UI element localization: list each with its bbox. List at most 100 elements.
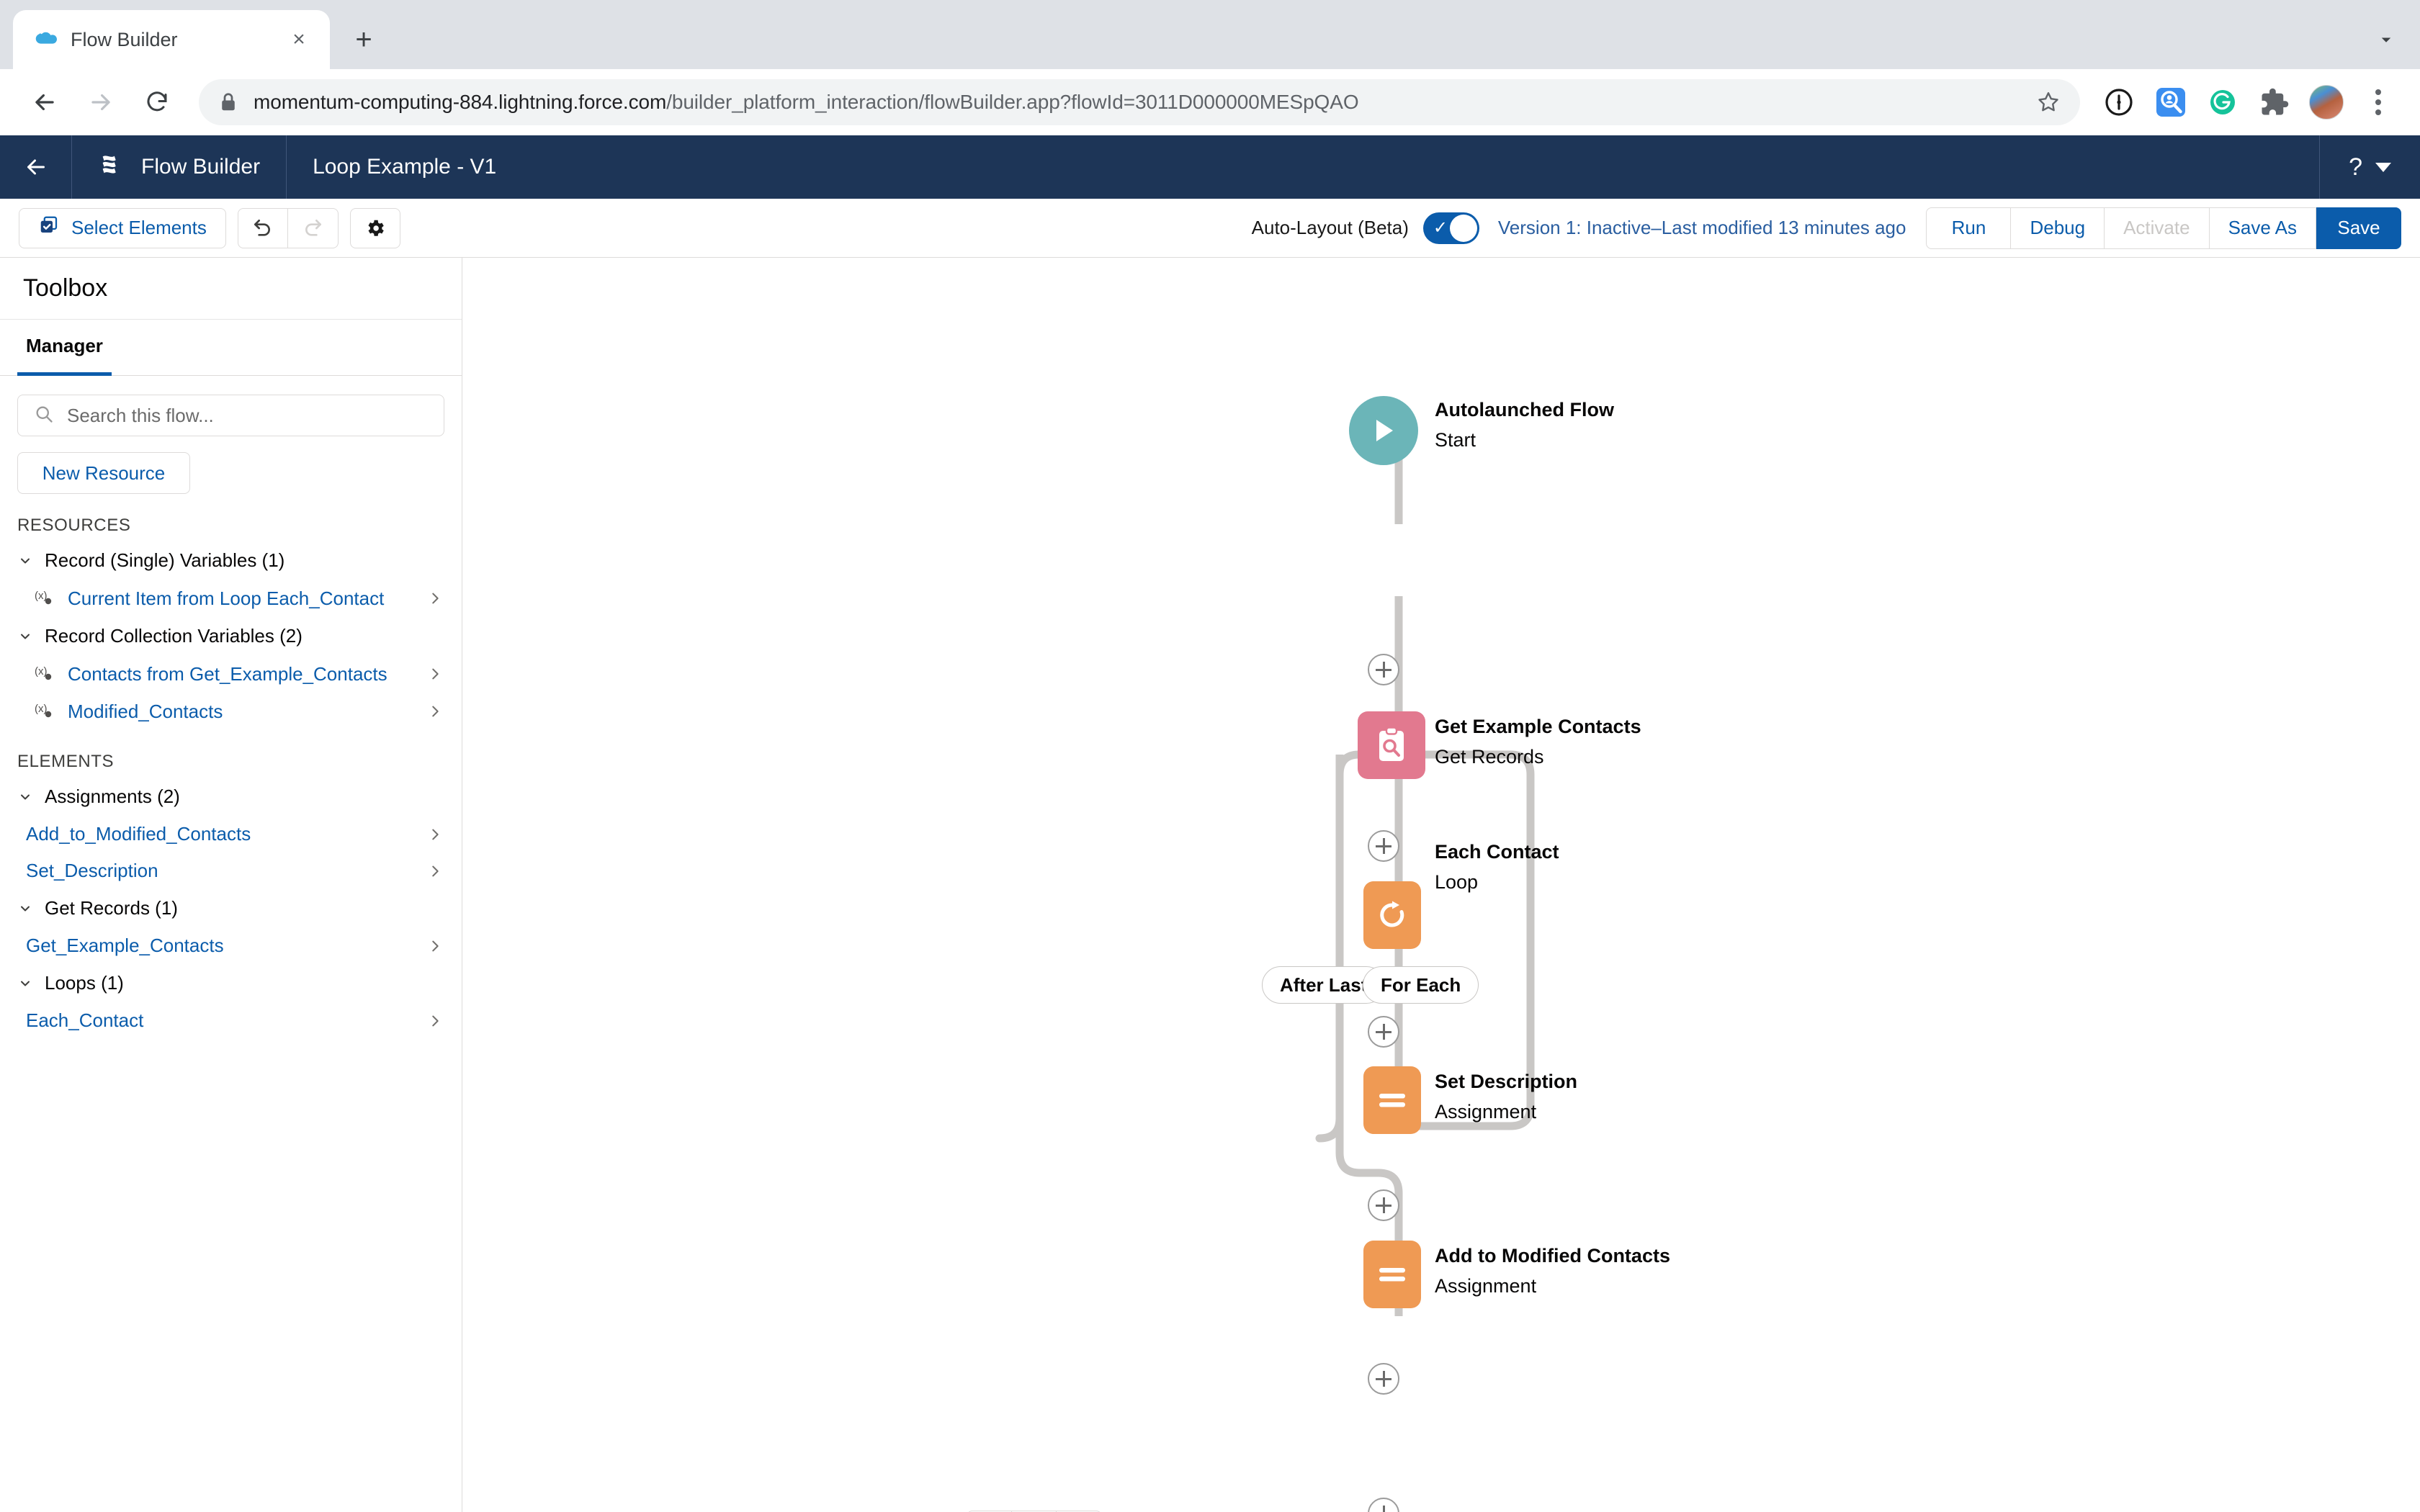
- add-element-button[interactable]: [1368, 1363, 1399, 1395]
- gear-icon[interactable]: [349, 207, 400, 248]
- chevron-right-icon[interactable]: [426, 863, 444, 879]
- debug-button[interactable]: Debug: [2011, 207, 2105, 249]
- browser-extensions: [2096, 79, 2401, 125]
- element-item-label: Each_Contact: [26, 1009, 144, 1031]
- element-item-set-description[interactable]: Set_Description: [0, 852, 462, 889]
- variable-icon: (x): [32, 662, 58, 685]
- lock-icon: [219, 91, 238, 113]
- app-back-button[interactable]: [0, 135, 72, 199]
- chevron-right-icon[interactable]: [426, 703, 444, 719]
- flow-node-setdesc-label: Set Description: [1435, 1071, 1578, 1092]
- chevron-right-icon[interactable]: [426, 827, 444, 842]
- chevron-down-icon: [2375, 162, 2391, 172]
- flow-node-loop-label: Each Contact: [1435, 841, 1559, 863]
- resource-item-modified-contacts[interactable]: (x) Modified_Contacts: [0, 693, 462, 730]
- puzzle-extensions-icon[interactable]: [2251, 79, 2298, 125]
- elements-section-label: ELEMENTS: [17, 752, 115, 771]
- chevron-right-icon[interactable]: [426, 1013, 444, 1029]
- play-icon: [1349, 396, 1418, 465]
- flow-node-loop-sublabel: Loop: [1435, 871, 1479, 893]
- get-records-icon: [1358, 711, 1425, 779]
- reload-icon[interactable]: [131, 76, 183, 128]
- element-item-get-example-contacts[interactable]: Get_Example_Contacts: [0, 927, 462, 964]
- chevron-down-icon: [17, 553, 33, 569]
- save-button[interactable]: Save: [2316, 207, 2401, 249]
- select-elements-icon: [38, 215, 60, 241]
- browser-tab[interactable]: Flow Builder ×: [13, 10, 330, 69]
- chevron-right-icon[interactable]: [426, 590, 444, 606]
- variable-icon: (x): [32, 587, 58, 610]
- help-question-icon: ?: [2349, 153, 2362, 181]
- resource-item-label: Modified_Contacts: [68, 700, 223, 722]
- new-resource-button[interactable]: New Resource: [17, 452, 190, 494]
- flow-node-addmod-label: Add to Modified Contacts: [1435, 1245, 1670, 1266]
- add-element-button[interactable]: [1368, 1016, 1399, 1048]
- select-elements-label: Select Elements: [71, 217, 207, 238]
- undo-icon[interactable]: [237, 207, 288, 248]
- element-group-get-records[interactable]: Get Records (1): [0, 889, 462, 927]
- element-item-each-contact[interactable]: Each_Contact: [0, 1002, 462, 1039]
- kebab-menu-icon[interactable]: [2355, 79, 2401, 125]
- svg-text:(x): (x): [35, 703, 48, 715]
- flow-toolbar: Select Elements Auto-Layout (Beta) ✓ Ver…: [0, 199, 2420, 258]
- flow-builder-logo-icon: [98, 150, 125, 184]
- search-input[interactable]: Search this flow...: [17, 395, 444, 436]
- flow-action-buttons: Run Debug Activate Save As Save: [1926, 207, 2401, 249]
- element-item-label: Set_Description: [26, 860, 158, 881]
- element-item-add-to-modified-contacts[interactable]: Add_to_Modified_Contacts: [0, 816, 462, 852]
- chevron-down-icon: [17, 901, 33, 917]
- browser-omnibar: momentum-computing-884.lightning.force.c…: [0, 69, 2420, 135]
- element-item-label: Add_to_Modified_Contacts: [26, 823, 251, 845]
- assignment-icon: [1363, 1066, 1421, 1134]
- resource-group-record-collection-variables[interactable]: Record Collection Variables (2): [0, 617, 462, 655]
- auto-layout-toggle[interactable]: ✓: [1422, 212, 1479, 244]
- add-element-button[interactable]: [1368, 1189, 1399, 1221]
- main-area: Toolbox Manager Search this flow... New …: [0, 258, 2420, 1512]
- flow-node-get-label: Get Example Contacts: [1435, 716, 1641, 737]
- help-menu[interactable]: ?: [2319, 135, 2420, 199]
- run-button[interactable]: Run: [1926, 207, 2012, 249]
- app-brand: Flow Builder: [72, 135, 287, 199]
- onepassword-icon[interactable]: [2096, 79, 2142, 125]
- tab-manager[interactable]: Manager: [17, 320, 112, 376]
- chevron-down-icon: [17, 629, 33, 644]
- chevron-right-icon[interactable]: [426, 666, 444, 682]
- salesforce-cloud-icon: [33, 27, 58, 52]
- grammarly-icon[interactable]: [2200, 79, 2246, 125]
- bookmark-star-icon[interactable]: [2030, 84, 2067, 121]
- search-people-icon[interactable]: [2148, 79, 2194, 125]
- select-elements-button[interactable]: Select Elements: [19, 207, 226, 248]
- chevron-down-icon[interactable]: [2370, 23, 2403, 56]
- resource-item-label: Current Item from Loop Each_Contact: [68, 587, 385, 609]
- resource-item-contacts-from-get-example-contacts[interactable]: (x) Contacts from Get_Example_Contacts: [0, 655, 462, 693]
- back-icon[interactable]: [19, 76, 71, 128]
- url-bar[interactable]: momentum-computing-884.lightning.force.c…: [199, 79, 2080, 125]
- browser-chrome: Flow Builder × + momentum-computing-884.…: [0, 0, 2420, 135]
- url-path: /builder_platform_interaction/flowBuilde…: [666, 91, 1359, 113]
- resource-group-record-single-variables[interactable]: Record (Single) Variables (1): [0, 541, 462, 580]
- flow-canvas[interactable]: Autolaunched Flow Start Get Example Cont…: [462, 258, 2420, 1512]
- chevron-down-icon: [17, 976, 33, 991]
- resource-group-label: Record Collection Variables (2): [45, 625, 302, 647]
- activate-button: Activate: [2105, 207, 2210, 249]
- add-element-button[interactable]: [1368, 654, 1399, 685]
- element-group-label: Get Records (1): [45, 897, 178, 919]
- chevron-right-icon[interactable]: [426, 938, 444, 954]
- chevron-down-icon: [17, 789, 33, 805]
- element-group-loops[interactable]: Loops (1): [0, 964, 462, 1002]
- element-group-assignments[interactable]: Assignments (2): [0, 778, 462, 816]
- element-group-label: Loops (1): [45, 972, 124, 994]
- add-element-button[interactable]: [1368, 830, 1399, 862]
- new-tab-button[interactable]: +: [341, 17, 386, 62]
- save-as-button[interactable]: Save As: [2209, 207, 2316, 249]
- app-brand-label: Flow Builder: [141, 155, 261, 179]
- resource-item-current-item-from-loop[interactable]: (x) Current Item from Loop Each_Contact: [0, 580, 462, 617]
- auto-layout-label: Auto-Layout (Beta): [1251, 217, 1409, 238]
- branch-label-for-each[interactable]: For Each: [1363, 966, 1479, 1004]
- app-header: Flow Builder Loop Example - V1 ?: [0, 135, 2420, 199]
- check-icon: ✓: [1433, 217, 1448, 238]
- url-text: momentum-computing-884.lightning.force.c…: [254, 91, 1359, 114]
- redo-icon: [287, 207, 339, 248]
- profile-avatar[interactable]: [2303, 79, 2349, 125]
- close-icon[interactable]: ×: [284, 24, 314, 55]
